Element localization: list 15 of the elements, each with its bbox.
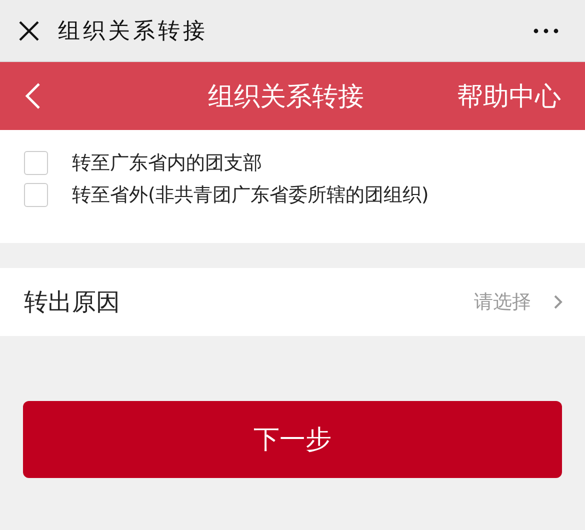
reason-row[interactable]: 转出原因 请选择 — [0, 268, 585, 336]
close-icon[interactable] — [18, 20, 40, 42]
chevron-right-icon — [553, 294, 563, 310]
option-label: 转至广东省内的团支部 — [72, 151, 262, 176]
window-title: 组织关系转接 — [58, 18, 209, 46]
next-step-button[interactable]: 下一步 — [23, 401, 562, 478]
help-center-link[interactable]: 帮助中心 — [457, 78, 561, 114]
more-icon[interactable] — [533, 28, 559, 34]
page-title: 组织关系转接 — [208, 80, 364, 114]
option-label: 转至省外(非共青团广东省委所辖的团组织) — [72, 183, 429, 208]
reason-placeholder: 请选择 — [474, 290, 531, 315]
back-icon[interactable] — [24, 82, 42, 110]
reason-label: 转出原因 — [24, 287, 121, 318]
checkbox[interactable] — [24, 183, 48, 207]
checkbox[interactable] — [24, 151, 48, 175]
